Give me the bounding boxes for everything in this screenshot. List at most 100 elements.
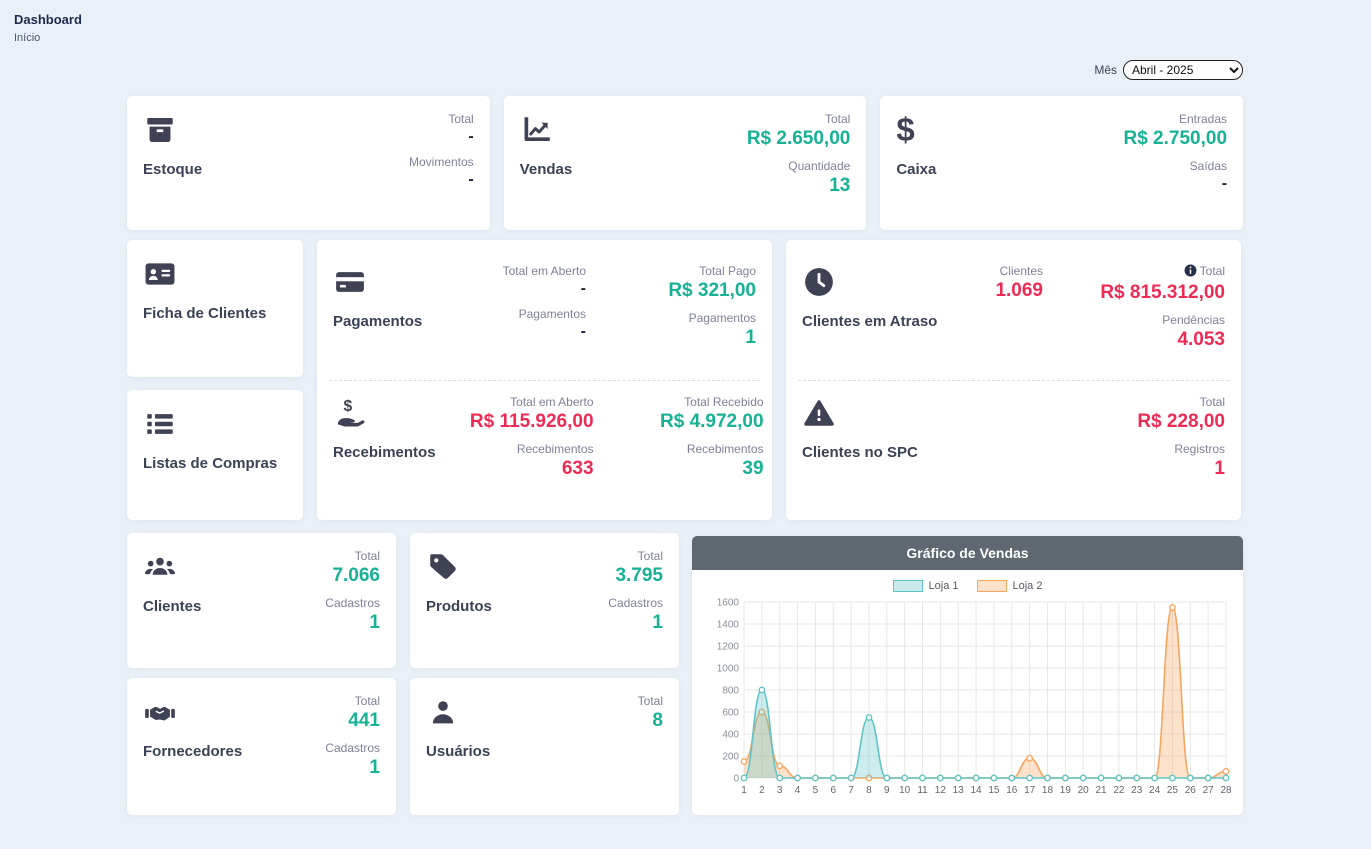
chart-legend: Loja 1 Loja 2 (692, 580, 1243, 592)
bottom-row: Clientes Total7.066 Cadastros1 Produtos … (127, 533, 1243, 815)
svg-text:9: 9 (884, 785, 890, 796)
stat-label: Total (638, 694, 663, 708)
svg-text:14: 14 (971, 785, 983, 796)
section-pagamentos: Pagamentos Total em Aberto- Pagamentos- … (333, 250, 756, 380)
svg-text:25: 25 (1167, 785, 1179, 796)
stat-label: Registros (1137, 442, 1225, 456)
card-title: Ficha de Clientes (143, 305, 287, 322)
svg-text:2: 2 (759, 785, 765, 796)
svg-text:5: 5 (813, 785, 819, 796)
stat-value: - (428, 280, 586, 298)
stat-value: R$ 2.650,00 (747, 128, 851, 150)
stat-label: Total Recebido (606, 395, 764, 409)
svg-text:1: 1 (741, 785, 747, 796)
stat-label: Total (1200, 264, 1225, 278)
stat-value: 1 (608, 612, 663, 634)
svg-text:20: 20 (1078, 785, 1090, 796)
svg-text:1000: 1000 (717, 664, 740, 675)
svg-text:400: 400 (722, 730, 739, 741)
svg-text:15: 15 (988, 785, 1000, 796)
users-icon (143, 549, 179, 585)
svg-text:27: 27 (1203, 785, 1215, 796)
page-header: Dashboard Início (14, 12, 82, 44)
stat-label: Movimentos (409, 155, 474, 169)
legend-swatch (977, 580, 1007, 592)
card-title: Produtos (426, 598, 492, 615)
card-ficha-de-clientes[interactable]: Ficha de Clientes (127, 240, 303, 377)
month-select[interactable]: Abril - 2025 (1123, 60, 1243, 80)
stat-value: 1 (598, 327, 756, 349)
card-title: Estoque (143, 161, 202, 178)
sales-chart-card: Gráfico de Vendas Loja 1Loja 2 020040060… (692, 536, 1243, 815)
svg-text:26: 26 (1185, 785, 1197, 796)
user-icon (426, 694, 462, 730)
stat-value: 441 (325, 710, 380, 732)
warning-triangle-icon (802, 395, 838, 431)
svg-text:28: 28 (1220, 785, 1232, 796)
stat-label: Total em Aberto (436, 395, 594, 409)
stat-label: Entradas (1123, 112, 1227, 126)
stat-label: Cadastros (325, 741, 380, 755)
svg-text:12: 12 (935, 785, 947, 796)
svg-text:21: 21 (1095, 785, 1107, 796)
stat-label: Clientes (943, 264, 1043, 278)
stat-value: 39 (606, 458, 764, 480)
stat-label: Total (747, 112, 851, 126)
chart-title: Gráfico de Vendas (692, 536, 1243, 570)
svg-text:0: 0 (733, 774, 739, 785)
summary-row: Estoque Total- Movimentos- Vendas TotalR… (127, 96, 1243, 230)
stat-label: Cadastros (608, 596, 663, 610)
stat-label: Recebimentos (436, 442, 594, 456)
card-fornecedores: Fornecedores Total441 Cadastros1 (127, 678, 396, 815)
svg-text:11: 11 (917, 785, 928, 796)
stat-label: Quantidade (747, 159, 851, 173)
section-clientes-em-atraso: Clientes em Atraso Clientes1.069 Total R… (802, 250, 1225, 380)
svg-text:600: 600 (722, 708, 739, 719)
stat-label: Total (1137, 395, 1225, 409)
legend-item[interactable]: Loja 2 (977, 580, 1043, 592)
clock-icon (802, 264, 838, 300)
legend-label: Loja 1 (929, 580, 959, 592)
svg-text:19: 19 (1060, 785, 1072, 796)
stat-value: R$ 228,00 (1137, 411, 1225, 433)
stat-label: Pagamentos (428, 307, 586, 321)
svg-text:10: 10 (899, 785, 911, 796)
legend-item[interactable]: Loja 1 (893, 580, 959, 592)
card-title: Usuários (426, 743, 490, 760)
svg-text:7: 7 (848, 785, 854, 796)
card-title: Recebimentos (333, 444, 436, 461)
list-icon (143, 406, 179, 442)
svg-text:22: 22 (1113, 785, 1125, 796)
card-title: Clientes no SPC (802, 444, 918, 461)
svg-text:24: 24 (1149, 785, 1161, 796)
svg-text:800: 800 (722, 686, 739, 697)
stat-value: R$ 815.312,00 (1055, 282, 1225, 304)
stat-value: 1.069 (943, 280, 1043, 302)
section-clientes-no-spc: Clientes no SPC Total R$ 228,00 Registros… (802, 381, 1225, 511)
dashboard-content: Mês Abril - 2025 Estoque Total- Moviment… (127, 58, 1243, 815)
svg-text:13: 13 (953, 785, 965, 796)
id-card-icon (143, 256, 179, 292)
info-icon[interactable] (1184, 264, 1197, 280)
credit-card-icon (333, 264, 369, 300)
month-select-label: Mês (1094, 63, 1117, 77)
chart-line-icon (520, 112, 556, 148)
stat-value: 1 (325, 757, 380, 779)
card-clientes: Clientes Total7.066 Cadastros1 (127, 533, 396, 668)
svg-text:1200: 1200 (717, 642, 740, 653)
page-title: Dashboard (14, 12, 82, 27)
stat-label: Saídas (1123, 159, 1227, 173)
legend-label: Loja 2 (1013, 580, 1043, 592)
stat-label: Total em Aberto (428, 264, 586, 278)
stat-value: R$ 2.750,00 (1123, 128, 1227, 150)
section-recebimentos: $ Recebimentos Total em Aberto R$ 115.926… (333, 381, 756, 511)
card-title: Listas de Compras (143, 455, 287, 472)
stat-value: R$ 4.972,00 (606, 411, 764, 433)
card-listas-de-compras[interactable]: Listas de Compras (127, 390, 303, 520)
card-pagamentos-recebimentos: Pagamentos Total em Aberto- Pagamentos- … (317, 240, 772, 520)
stat-value: 1 (325, 612, 380, 634)
breadcrumb: Início (14, 32, 82, 44)
stat-value: R$ 115.926,00 (436, 411, 594, 433)
hand-holding-dollar-icon: $ (333, 395, 369, 431)
stat-value: 13 (747, 175, 851, 197)
